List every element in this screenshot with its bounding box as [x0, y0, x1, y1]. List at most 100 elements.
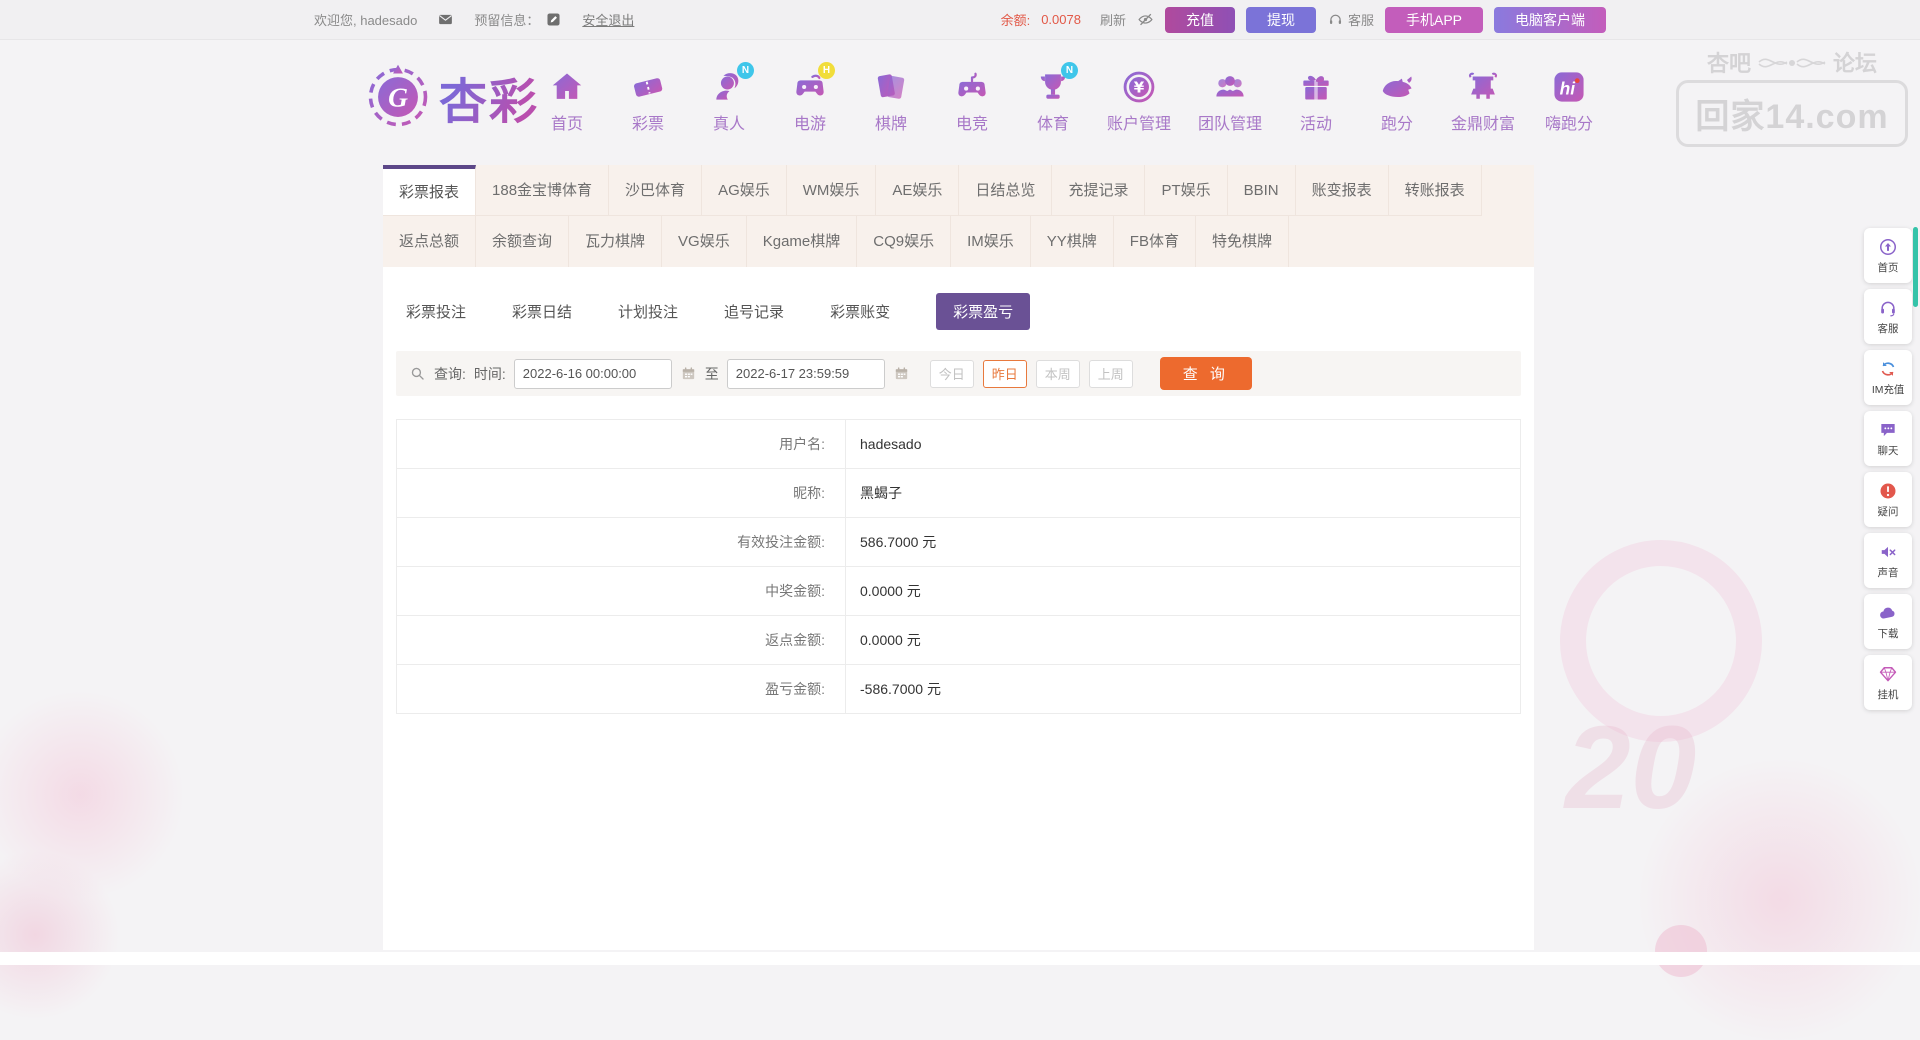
- envelope-icon[interactable]: [437, 11, 454, 28]
- tab-PT娱乐[interactable]: PT娱乐: [1145, 165, 1228, 216]
- subtab-彩票盈亏[interactable]: 彩票盈亏: [936, 293, 1031, 330]
- watermark-right: 论坛: [1833, 51, 1878, 76]
- side-tool-下载[interactable]: 下载: [1864, 594, 1912, 649]
- tab-瓦力棋牌[interactable]: 瓦力棋牌: [569, 216, 663, 267]
- tab-FB体育[interactable]: FB体育: [1114, 216, 1196, 267]
- row-label: 返点金额:: [397, 616, 846, 664]
- side-tool-疑问[interactable]: 疑问: [1864, 472, 1912, 527]
- scrollbar-thumb[interactable]: [1913, 227, 1918, 307]
- tab-日结总览[interactable]: 日结总览: [959, 165, 1053, 216]
- nav-item-真人[interactable]: N 真人: [702, 62, 756, 134]
- team-icon: [1211, 68, 1249, 106]
- nav-item-棋牌[interactable]: 棋牌: [864, 68, 918, 134]
- chat-icon: [1878, 420, 1898, 440]
- gift-icon: [1297, 68, 1335, 106]
- recharge-button[interactable]: 充值: [1164, 6, 1235, 33]
- nav-item-体育[interactable]: N 体育: [1026, 62, 1080, 134]
- row-value: hadesado: [860, 436, 922, 452]
- quick-range-今日[interactable]: 今日: [929, 359, 974, 388]
- tab-沙巴体育[interactable]: 沙巴体育: [609, 165, 703, 216]
- side-tool-label: 疑问: [1877, 505, 1899, 518]
- nav-item-跑分[interactable]: 跑分: [1370, 68, 1424, 134]
- logout-link[interactable]: 安全退出: [582, 10, 634, 29]
- row-label: 中奖金额:: [397, 567, 846, 615]
- nav-item-账户管理[interactable]: ¥ 账户管理: [1107, 68, 1171, 134]
- nav-item-label: 棋牌: [874, 116, 907, 133]
- query-bar: 查询: 时间: 至 今日昨日本周上周 查 询: [396, 351, 1521, 396]
- time-label: 时间:: [473, 365, 506, 382]
- eye-off-icon[interactable]: [1137, 11, 1154, 28]
- quick-range-本周[interactable]: 本周: [1035, 359, 1080, 388]
- tab-WM娱乐[interactable]: WM娱乐: [786, 165, 877, 216]
- quick-range-group: 今日 昨日 本周 上周: [929, 359, 1133, 388]
- side-tool-IM充值[interactable]: IM充值: [1864, 350, 1912, 405]
- query-submit-button[interactable]: 查 询: [1159, 357, 1252, 390]
- edit-icon[interactable]: [545, 11, 562, 28]
- nav-item-金鼎财富[interactable]: 金鼎财富: [1451, 68, 1515, 134]
- tab-返点总额[interactable]: 返点总额: [383, 216, 477, 267]
- subtab-彩票投注[interactable]: 彩票投注: [406, 293, 466, 330]
- calendar-icon[interactable]: [893, 365, 910, 382]
- tab-BBIN[interactable]: BBIN: [1227, 165, 1296, 216]
- tab-彩票报表[interactable]: 彩票报表: [383, 165, 477, 216]
- table-row: 有效投注金额: 586.7000 元: [397, 518, 1520, 567]
- tab-AG娱乐[interactable]: AG娱乐: [702, 165, 787, 216]
- side-tool-挂机[interactable]: 挂机: [1864, 655, 1912, 710]
- tab-IM娱乐[interactable]: IM娱乐: [951, 216, 1031, 267]
- row-label: 昵称:: [397, 469, 846, 517]
- tab-账变报表[interactable]: 账变报表: [1295, 165, 1389, 216]
- nav-item-label: 电竞: [955, 116, 988, 133]
- side-tool-客服[interactable]: 客服: [1864, 289, 1912, 344]
- start-time-input[interactable]: [513, 358, 672, 389]
- nav-item-嗨跑分[interactable]: hi 嗨跑分: [1542, 68, 1596, 134]
- nav-item-电竞[interactable]: 电竞: [945, 68, 999, 134]
- tab-转账报表[interactable]: 转账报表: [1388, 165, 1482, 216]
- decor-numeral: 20: [1565, 702, 1697, 834]
- calendar-icon[interactable]: [680, 365, 697, 382]
- nav-item-label: 真人: [712, 116, 745, 133]
- quick-range-昨日[interactable]: 昨日: [982, 359, 1027, 388]
- side-tool-声音[interactable]: 声音: [1864, 533, 1912, 588]
- tab-YY棋牌[interactable]: YY棋牌: [1031, 216, 1114, 267]
- withdraw-button[interactable]: 提现: [1245, 6, 1316, 33]
- service-link[interactable]: 客服: [1327, 10, 1374, 29]
- subtab-计划投注[interactable]: 计划投注: [618, 293, 678, 330]
- subtab-追号记录[interactable]: 追号记录: [724, 293, 784, 330]
- svg-text:¥: ¥: [1134, 79, 1145, 97]
- tab-Kgame棋牌[interactable]: Kgame棋牌: [747, 216, 858, 267]
- site-logo[interactable]: G 杏彩: [365, 62, 539, 132]
- subtab-彩票日结[interactable]: 彩票日结: [512, 293, 572, 330]
- gem-icon: [1878, 664, 1898, 684]
- nav-item-活动[interactable]: 活动: [1289, 68, 1343, 134]
- flourish-icon: [1758, 58, 1826, 68]
- tab-余额查询[interactable]: 余额查询: [476, 216, 570, 267]
- side-tool-首页[interactable]: 首页: [1864, 228, 1912, 283]
- tab-VG娱乐[interactable]: VG娱乐: [662, 216, 747, 267]
- side-tool-聊天[interactable]: 聊天: [1864, 411, 1912, 466]
- headset-icon: [1878, 298, 1898, 318]
- logo-emblem-icon: G: [368, 64, 428, 127]
- side-toolbar: 首页客服 IM充值聊天疑问声音下载挂机: [1864, 228, 1912, 710]
- profit-summary-table: 用户名: hadesado 昵称: 黑蝎子 有效投注金额: 586.7000 元中奖金额:…: [396, 419, 1521, 714]
- nav-item-首页[interactable]: 首页: [540, 68, 594, 134]
- nav-item-团队管理[interactable]: 团队管理: [1198, 68, 1262, 134]
- tab-CQ9娱乐[interactable]: CQ9娱乐: [857, 216, 952, 267]
- tab-188金宝博体育[interactable]: 188金宝博体育: [476, 165, 610, 216]
- quick-range-上周[interactable]: 上周: [1088, 359, 1133, 388]
- refresh-link[interactable]: 刷新: [1100, 10, 1126, 29]
- end-time-input[interactable]: [726, 358, 885, 389]
- nav-item-彩票[interactable]: 彩票: [621, 68, 675, 134]
- ding-icon: [1464, 68, 1502, 106]
- exclamation-icon: [1878, 481, 1898, 501]
- welcome-text: 欢迎您, hadesado: [314, 13, 418, 28]
- svg-text:hi: hi: [1560, 78, 1577, 98]
- subtab-彩票账变[interactable]: 彩票账变: [830, 293, 890, 330]
- nav-item-电游[interactable]: H 电游: [783, 62, 837, 134]
- table-row: 盈亏金额: -586.7000 元: [397, 665, 1520, 714]
- tab-特免棋牌[interactable]: 特免棋牌: [1196, 216, 1289, 267]
- tab-AE娱乐[interactable]: AE娱乐: [876, 165, 960, 216]
- mobile-app-button[interactable]: 手机APP: [1384, 6, 1483, 33]
- tab-充提记录[interactable]: 充提记录: [1052, 165, 1146, 216]
- pc-client-button[interactable]: 电脑客户端: [1494, 6, 1606, 33]
- decor-circle: [1640, 760, 1920, 1040]
